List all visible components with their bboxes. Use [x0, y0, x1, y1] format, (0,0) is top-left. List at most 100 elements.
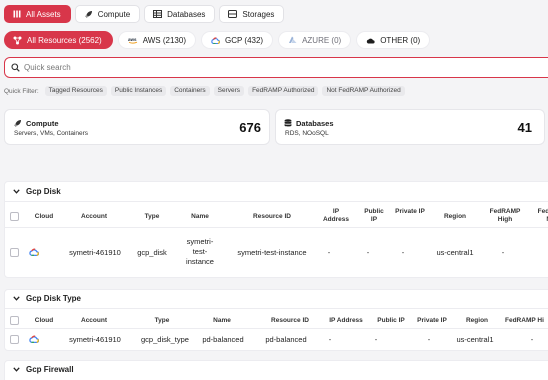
- cell-name: pd-balanced: [202, 335, 244, 344]
- col-fedramp-high[interactable]: FedRAMP Hi: [505, 317, 548, 325]
- quick-filter-chip[interactable]: Containers: [170, 86, 210, 96]
- col-private-ip[interactable]: Private IP: [409, 317, 455, 325]
- cell-account: symetri-461910: [69, 335, 121, 344]
- filter-aws[interactable]: aws AWS (2130): [117, 31, 196, 49]
- col-fedramp-mod[interactable]: FedRAMP Mod: [533, 208, 548, 224]
- col-region[interactable]: Region: [437, 213, 473, 221]
- gcp-disk-type-section: Gcp Disk Type Cloud Account Type Name Re…: [4, 289, 548, 351]
- section-header[interactable]: Gcp Disk: [13, 187, 61, 196]
- quick-filter-chip[interactable]: Not FedRAMP Authorized: [322, 86, 405, 96]
- cell-public-ip: -: [366, 248, 370, 257]
- filter-label: GCP (432): [224, 35, 264, 45]
- col-ip-address[interactable]: IP Address: [321, 208, 351, 224]
- cell-fedramp-high: -: [530, 335, 534, 344]
- tab-label: All Assets: [26, 9, 61, 19]
- quick-filter-chip[interactable]: FedRAMP Authorized: [248, 86, 319, 96]
- rocket-icon: [13, 119, 22, 128]
- quick-filter-chip[interactable]: Public Instances: [110, 86, 167, 96]
- col-cloud[interactable]: Cloud: [29, 317, 59, 325]
- col-public-ip[interactable]: Public IP: [361, 208, 387, 224]
- col-type[interactable]: Type: [145, 317, 179, 325]
- select-all-checkbox[interactable]: [10, 316, 19, 325]
- cell-type: gcp_disk_type: [141, 335, 189, 344]
- tab-databases[interactable]: Databases: [144, 5, 216, 23]
- card-title: Databases: [296, 119, 334, 128]
- filter-label: OTHER (0): [380, 35, 421, 45]
- storage-icon: [228, 10, 238, 18]
- cell-private-ip: -: [427, 335, 431, 344]
- row-checkbox[interactable]: [10, 335, 19, 344]
- databases-summary-card[interactable]: Databases RDS, NOoSQL 41: [275, 109, 545, 145]
- gcp-disk-section: Gcp Disk Cloud Account Type Name Resourc…: [4, 181, 548, 278]
- filter-azure[interactable]: AZURE (0): [278, 31, 352, 49]
- asset-category-tabs: All Assets Compute Databases Storages: [4, 5, 285, 23]
- tab-all-assets[interactable]: All Assets: [4, 5, 71, 23]
- chevron-down-icon: [13, 189, 20, 194]
- cell-ip-address: -: [327, 248, 331, 257]
- col-region[interactable]: Region: [457, 317, 497, 325]
- aws-icon: aws: [128, 36, 138, 44]
- cell-fedramp-high: -: [501, 248, 505, 257]
- filter-label: AWS (2130): [142, 35, 186, 45]
- gcp-icon: [211, 36, 220, 44]
- cell-private-ip: -: [401, 248, 405, 257]
- rocket-icon: [84, 10, 93, 19]
- card-count: 676: [239, 120, 261, 135]
- quick-filter-bar: Quick Filter: Tagged Resources Public In…: [4, 86, 405, 96]
- quick-filter-label: Quick Filter:: [4, 87, 39, 95]
- col-account[interactable]: Account: [69, 317, 119, 325]
- col-resource-id[interactable]: Resource ID: [237, 213, 307, 221]
- filter-gcp[interactable]: GCP (432): [200, 31, 274, 49]
- quick-filter-chip[interactable]: Tagged Resources: [44, 86, 107, 96]
- col-fedramp-high[interactable]: FedRAMP High: [485, 208, 525, 224]
- col-account[interactable]: Account: [69, 213, 119, 221]
- table-icon: [153, 10, 163, 18]
- filter-all-resources[interactable]: All Resources (2562): [4, 31, 113, 49]
- cell-ip-address: -: [328, 335, 332, 344]
- cloud-filter-pills: All Resources (2562) aws AWS (2130) GCP …: [4, 31, 431, 49]
- cell-name: symetri-test-instance: [186, 237, 214, 266]
- search-input[interactable]: [24, 63, 324, 72]
- grid-icon: [13, 10, 21, 18]
- azure-icon: [288, 36, 297, 44]
- col-name[interactable]: Name: [205, 317, 239, 325]
- cloud-icon: [366, 37, 375, 44]
- cell-resource-id: pd-balanced: [265, 335, 307, 344]
- section-title: Gcp Firewall: [26, 365, 74, 374]
- tab-label: Databases: [167, 9, 206, 19]
- search-icon: [11, 63, 20, 72]
- cell-resource-id: symetri-test-instance: [237, 248, 307, 257]
- cell-type: gcp_disk: [137, 248, 167, 257]
- col-resource-id[interactable]: Resource ID: [255, 317, 325, 325]
- chevron-down-icon: [13, 296, 20, 301]
- tab-compute[interactable]: Compute: [74, 5, 141, 23]
- chevron-down-icon: [13, 367, 20, 372]
- col-private-ip[interactable]: Private IP: [395, 208, 425, 216]
- section-header[interactable]: Gcp Disk Type: [13, 294, 81, 303]
- quick-filter-chip[interactable]: Servers: [213, 86, 245, 96]
- nodes-icon: [13, 36, 22, 45]
- tab-label: Storages: [242, 9, 275, 19]
- search-bar: [4, 57, 548, 78]
- svg-text:aws: aws: [128, 37, 137, 42]
- select-all-checkbox[interactable]: [10, 212, 19, 221]
- gcp-icon: [29, 248, 39, 256]
- col-name[interactable]: Name: [183, 213, 217, 221]
- filter-label: AZURE (0): [302, 35, 342, 45]
- row-checkbox[interactable]: [10, 248, 19, 257]
- col-cloud[interactable]: Cloud: [29, 213, 59, 221]
- tab-storages[interactable]: Storages: [219, 5, 285, 23]
- col-public-ip[interactable]: Public IP: [369, 317, 413, 325]
- database-icon: [284, 119, 292, 128]
- compute-summary-card[interactable]: Compute Servers, VMs, Containers 676: [4, 109, 270, 145]
- card-subtitle: RDS, NOoSQL: [285, 130, 329, 137]
- filter-other[interactable]: OTHER (0): [356, 31, 431, 49]
- col-type[interactable]: Type: [135, 213, 169, 221]
- cell-region: us-central1: [456, 335, 494, 344]
- section-header[interactable]: Gcp Firewall: [13, 365, 74, 374]
- cell-public-ip: -: [374, 335, 378, 344]
- gcp-firewall-section: Gcp Firewall: [4, 360, 548, 380]
- col-ip-address[interactable]: IP Address: [321, 317, 371, 325]
- card-count: 41: [517, 120, 532, 135]
- cell-account: symetri-461910: [69, 248, 121, 257]
